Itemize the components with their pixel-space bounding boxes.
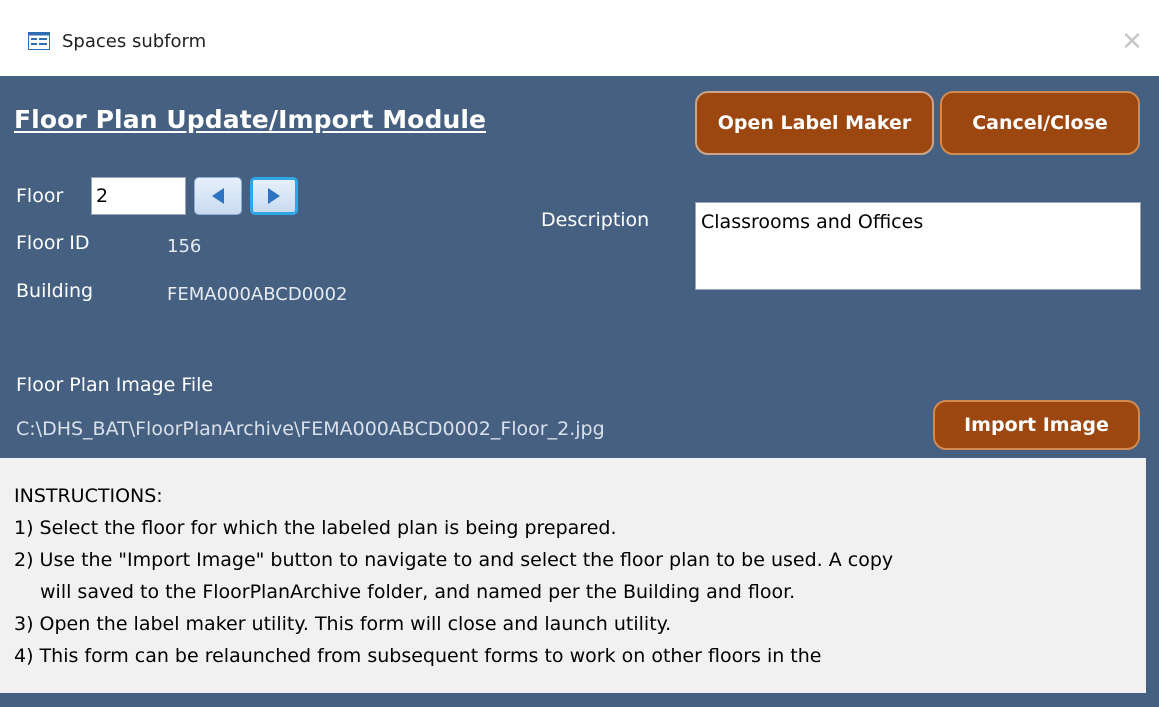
import-image-button[interactable]: Import Image [933, 400, 1140, 450]
page-title: Floor Plan Update/Import Module [14, 105, 487, 134]
cancel-close-button[interactable]: Cancel/Close [940, 91, 1140, 155]
title-bar: Spaces subform ✕ [0, 0, 1159, 76]
floor-field[interactable] [91, 177, 186, 215]
instructions-title: INSTRUCTIONS: [14, 485, 163, 507]
image-file-path: C:\DHS_BAT\FloorPlanArchive\FEMA000ABCD0… [16, 418, 605, 440]
window-title: Spaces subform [62, 31, 207, 52]
floor-id-value: 156 [167, 236, 202, 257]
instruction-line: 2) Use the "Import Image" button to navi… [14, 549, 894, 571]
building-value: FEMA000ABCD0002 [167, 284, 348, 305]
instruction-line: 1) Select the floor for which the labele… [14, 517, 617, 539]
previous-floor-button[interactable] [194, 177, 242, 215]
spaces-subform-window: Spaces subform ✕ Floor Plan Update/Impor… [0, 0, 1159, 707]
instruction-line: 4) This form can be relaunched from subs… [14, 645, 822, 667]
open-label-maker-button[interactable]: Open Label Maker [695, 91, 934, 155]
floor-label: Floor [16, 185, 64, 207]
close-icon[interactable]: ✕ [1120, 29, 1144, 55]
description-label: Description [541, 209, 650, 231]
triangle-right-icon [268, 188, 280, 204]
instruction-line: will saved to the FloorPlanArchive folde… [40, 581, 796, 603]
floor-id-label: Floor ID [16, 232, 90, 254]
form-body: Floor Plan Update/Import Module Open Lab… [0, 76, 1159, 707]
triangle-left-icon [212, 188, 224, 204]
instructions-panel: INSTRUCTIONS: 1) Select the floor for wh… [0, 458, 1146, 693]
building-label: Building [16, 280, 94, 302]
image-file-label: Floor Plan Image File [16, 374, 214, 396]
description-field[interactable]: Classrooms and Offices [695, 202, 1141, 290]
next-floor-button[interactable] [250, 177, 298, 215]
scroll-gutter [1146, 458, 1159, 693]
instruction-line: 3) Open the label maker utility. This fo… [14, 613, 672, 635]
form-icon [28, 32, 50, 50]
